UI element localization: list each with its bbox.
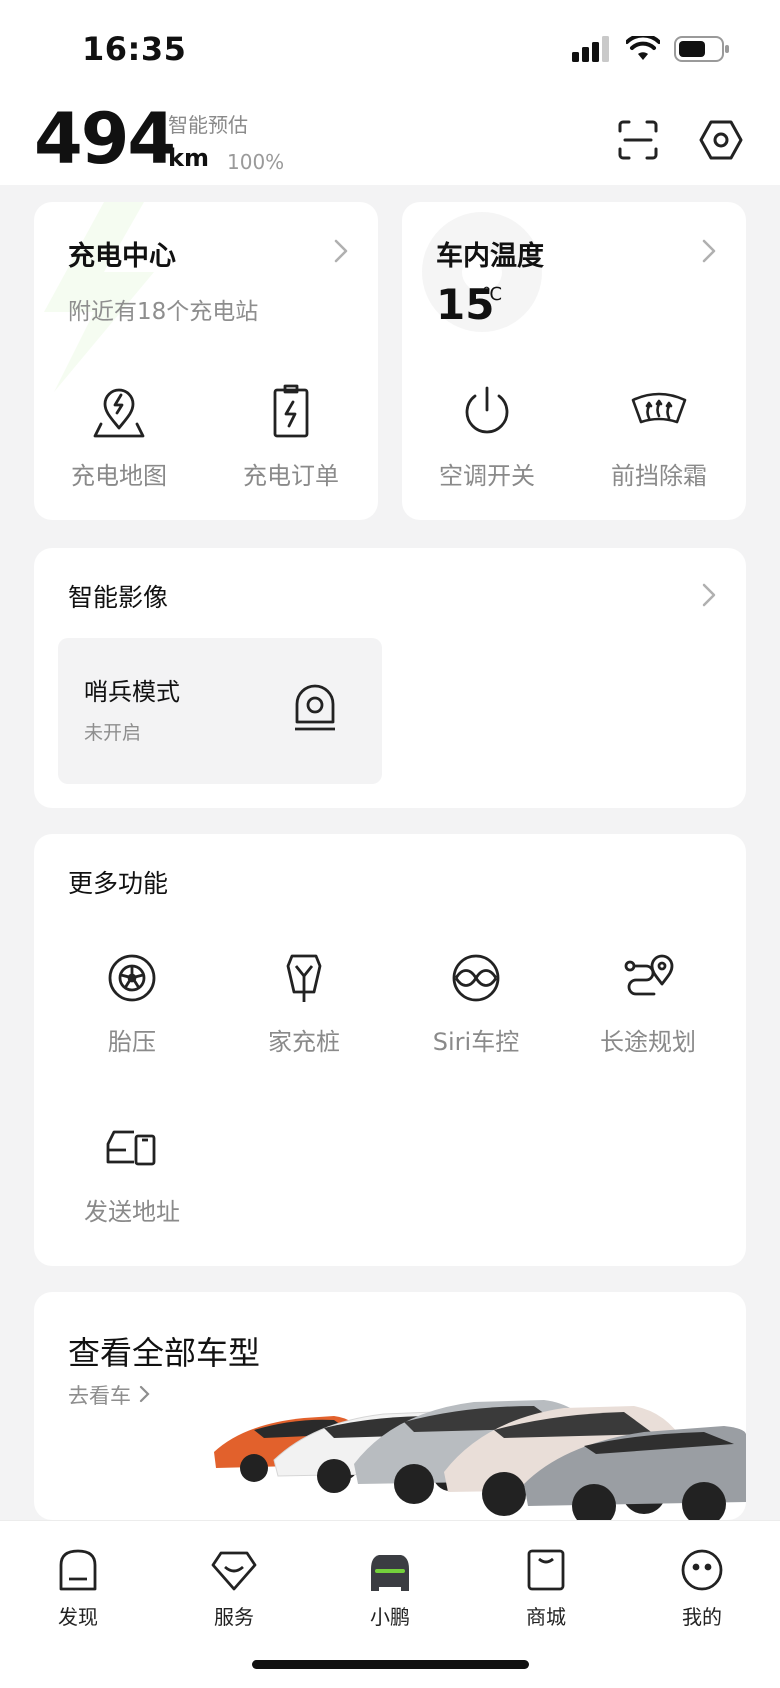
siri-control-button[interactable]: Siri车控 xyxy=(390,950,562,1057)
sentry-camera-icon xyxy=(295,684,335,731)
temperature-title: 车内温度 xyxy=(436,241,544,272)
service-icon xyxy=(211,1551,257,1591)
charging-map-button[interactable]: 充电地图 xyxy=(34,382,204,491)
view-all-models-card[interactable]: 查看全部车型 去看车 xyxy=(34,1292,746,1520)
send-address-label: 发送地址 xyxy=(84,1198,180,1226)
charging-subtitle: 附近有18个充电站 xyxy=(68,299,259,325)
models-link[interactable]: 去看车 xyxy=(68,1380,131,1410)
home-charger-label: 家充桩 xyxy=(268,1028,340,1056)
home-charger-icon xyxy=(286,954,322,1002)
profile-icon xyxy=(681,1549,723,1591)
power-icon xyxy=(465,386,509,434)
chevron-right-icon[interactable] xyxy=(698,582,720,608)
tab-service[interactable]: 服务 xyxy=(174,1545,294,1630)
models-title: 查看全部车型 xyxy=(68,1334,261,1372)
siri-control-label: Siri车控 xyxy=(432,1028,520,1056)
tab-discover-label: 发现 xyxy=(58,1605,98,1629)
tab-mine-label: 我的 xyxy=(682,1605,722,1629)
chevron-right-icon xyxy=(139,1385,150,1403)
settings-hex-icon xyxy=(699,120,743,160)
tire-pressure-label: 胎压 xyxy=(108,1028,156,1056)
range-value: 494 xyxy=(34,98,176,180)
tab-xpeng-label: 小鹏 xyxy=(370,1605,410,1629)
car-lineup-image xyxy=(214,1400,746,1520)
ac-power-label: 空调开关 xyxy=(439,462,535,490)
wifi-icon xyxy=(626,36,660,60)
range-unit: km xyxy=(168,144,209,172)
range-estimate-label: 智能预估 xyxy=(168,113,248,137)
settings-button[interactable] xyxy=(697,116,745,164)
imaging-title: 智能影像 xyxy=(68,583,169,612)
discover-icon xyxy=(59,1549,97,1591)
cabin-temperature-card[interactable]: 车内温度 15 ℃ 空调开关 前挡除霜 xyxy=(402,202,746,520)
front-defrost-label: 前挡除霜 xyxy=(611,462,707,490)
tab-mall-label: 商城 xyxy=(526,1605,566,1629)
tire-pressure-button[interactable]: 胎压 xyxy=(46,950,218,1057)
battery-percent: 100% xyxy=(227,150,285,174)
charging-center-card[interactable]: 充电中心 附近有18个充电站 充电地图 充电订单 xyxy=(34,202,378,520)
tab-service-label: 服务 xyxy=(214,1605,254,1629)
charging-orders-label: 充电订单 xyxy=(243,462,339,490)
charging-orders-icon xyxy=(273,384,309,438)
temperature-unit: ℃ xyxy=(482,284,503,305)
more-functions-title: 更多功能 xyxy=(68,869,169,898)
tab-mall[interactable]: 商城 xyxy=(486,1545,606,1630)
sentry-mode-status: 未开启 xyxy=(84,722,142,744)
send-address-button[interactable]: 发送地址 xyxy=(46,1120,218,1227)
charging-title: 充电中心 xyxy=(68,241,176,272)
tire-icon xyxy=(108,954,156,1002)
smart-imaging-card: 智能影像 哨兵模式 未开启 xyxy=(34,548,746,808)
home-charger-button[interactable]: 家充桩 xyxy=(218,950,390,1057)
status-time: 16:35 xyxy=(82,30,187,68)
tab-mine[interactable]: 我的 xyxy=(642,1545,762,1630)
siri-icon xyxy=(452,954,500,1002)
mall-icon xyxy=(527,1549,565,1591)
windshield-defrost-icon xyxy=(631,392,687,424)
scan-button[interactable] xyxy=(614,116,662,164)
charging-map-label: 充电地图 xyxy=(71,462,167,490)
chevron-right-icon xyxy=(702,239,716,263)
route-icon xyxy=(624,954,674,996)
chevron-right-icon xyxy=(334,239,348,263)
home-indicator[interactable] xyxy=(252,1660,529,1669)
cellular-signal-icon xyxy=(572,36,609,62)
battery-icon xyxy=(674,36,729,62)
long-trip-planning-button[interactable]: 长途规划 xyxy=(562,950,734,1057)
tab-discover[interactable]: 发现 xyxy=(18,1545,138,1630)
send-address-icon xyxy=(106,1130,156,1166)
tab-xpeng[interactable]: 小鹏 xyxy=(330,1545,450,1630)
status-bar-icons xyxy=(572,36,730,62)
long-trip-planning-label: 长途规划 xyxy=(600,1028,696,1056)
front-defrost-button[interactable]: 前挡除霜 xyxy=(574,382,744,491)
scan-icon xyxy=(618,120,658,160)
sentry-mode-tile[interactable]: 哨兵模式 未开启 xyxy=(58,638,382,784)
sentry-mode-title: 哨兵模式 xyxy=(84,678,180,706)
charging-map-icon xyxy=(93,388,145,438)
charging-orders-button[interactable]: 充电订单 xyxy=(206,382,376,491)
ac-power-button[interactable]: 空调开关 xyxy=(402,382,572,491)
car-icon xyxy=(371,1555,409,1591)
more-functions-card: 更多功能 胎压 家充桩 Siri车控 长途规划 发送地址 xyxy=(34,834,746,1266)
